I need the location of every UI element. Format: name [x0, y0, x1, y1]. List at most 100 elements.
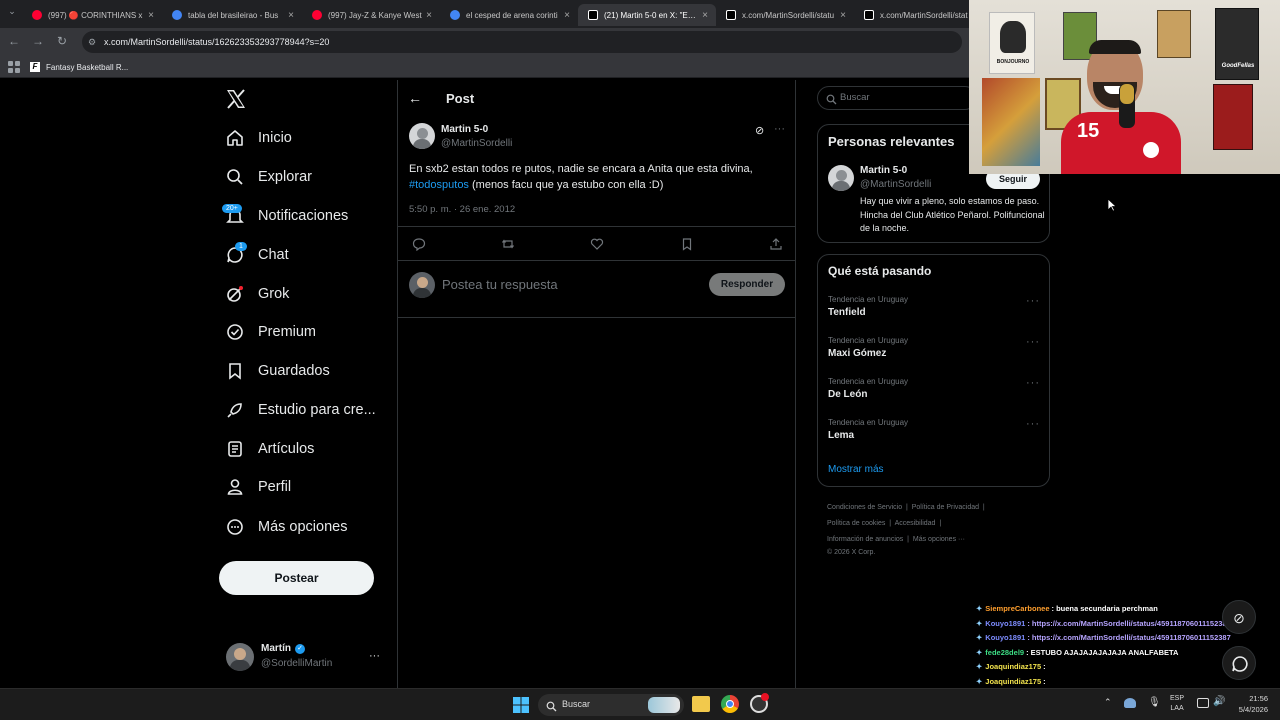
trend-item[interactable]: Tendencia en Uruguay Tenfield [828, 295, 1038, 318]
nav-item-home[interactable]: Inicio [222, 121, 292, 155]
browser-tab[interactable]: tabla del brasileirao - Bus × [162, 4, 302, 26]
reload-icon[interactable]: ↻ [54, 34, 70, 48]
post-timestamp[interactable]: 5:50 p. m. · 26 ene. 2012 [409, 204, 515, 215]
tray-mic-icon[interactable]: 🎙 [1148, 697, 1161, 708]
author-avatar[interactable] [409, 123, 435, 149]
nav-item-label: Notificaciones [258, 208, 349, 224]
nav-item-grok[interactable]: Grok [222, 277, 289, 311]
close-tab-icon[interactable]: × [698, 10, 712, 21]
bookmark-fantasy[interactable]: F Fantasy Basketball R... [30, 58, 128, 76]
grok-explain-icon[interactable]: ⊘ [755, 124, 764, 137]
relevant-name[interactable]: Martin 5-0 [860, 165, 907, 176]
author-name[interactable]: Martin 5-0 [441, 124, 488, 135]
forward-icon[interactable]: → [30, 34, 46, 48]
reply-input[interactable]: Postea tu respuesta [442, 277, 558, 292]
nav-item-premium[interactable]: Premium [222, 315, 316, 349]
show-more-link[interactable]: Mostrar más [828, 464, 884, 475]
close-tab-icon[interactable]: × [144, 10, 158, 21]
trend-item[interactable]: Tendencia en Uruguay De León [828, 377, 1038, 400]
chat-username[interactable]: fede28del9 [985, 648, 1024, 657]
trend-more-icon[interactable]: ··· [1026, 336, 1040, 348]
share-icon[interactable] [769, 237, 783, 256]
author-handle[interactable]: @MartinSordelli [441, 138, 512, 149]
footer-link[interactable]: Política de cookies [827, 520, 885, 527]
browser-tab[interactable]: x.com/MartinSordelli/stat [854, 4, 970, 26]
trend-more-icon[interactable]: ··· [1026, 377, 1040, 389]
nav-item-more[interactable]: Más opciones [222, 510, 347, 544]
nav-item-explore[interactable]: Explorar [222, 160, 312, 194]
chat-username[interactable]: Joaquindiaz175 [985, 677, 1041, 686]
trend-item[interactable]: Tendencia en Uruguay Maxi Gómez [828, 336, 1038, 359]
nav-item-bookmarks[interactable]: Guardados [222, 354, 330, 388]
notifications-badge: 20+ [222, 204, 242, 213]
nav-item-profile[interactable]: Perfil [222, 470, 291, 504]
nav-item-articles[interactable]: Artículos [222, 432, 314, 466]
browser-tab[interactable]: (997) 🔴 CORINTHIANS x × [22, 4, 162, 26]
language-code: ESP [1170, 695, 1185, 702]
chat-username[interactable]: SiempreCarbonee [985, 604, 1049, 613]
tray-app-icon[interactable] [1124, 698, 1136, 708]
trend-item[interactable]: Tendencia en Uruguay Lema [828, 418, 1038, 441]
tray-chevron-icon[interactable]: ⌃ [1104, 697, 1112, 708]
relevant-handle[interactable]: @MartinSordelli [860, 179, 931, 190]
person-icon [222, 474, 248, 500]
trend-more-icon[interactable]: ··· [1026, 295, 1040, 307]
footer-link[interactable]: Política de Privacidad [912, 504, 979, 511]
search-input[interactable]: Buscar [817, 86, 977, 110]
windows-taskbar: Buscar ⌃ 🎙 ESP LAA 🔊 21:56 5/4/2026 [0, 688, 1280, 720]
hashtag-link[interactable]: #todosputos [409, 179, 469, 191]
reply-icon[interactable] [412, 237, 426, 256]
taskbar-search[interactable]: Buscar [538, 694, 684, 716]
file-explorer-icon[interactable] [692, 696, 710, 712]
messages-floating-icon[interactable] [1222, 646, 1256, 680]
volume-icon[interactable]: 🔊 [1213, 696, 1225, 707]
chat-username[interactable]: Joaquindiaz175 [985, 662, 1041, 671]
nav-item-notifications[interactable]: Notificaciones [222, 199, 348, 233]
bookmark-icon[interactable] [680, 237, 694, 256]
close-tab-icon[interactable]: × [284, 10, 298, 21]
obs-icon[interactable] [750, 693, 769, 713]
chat-username[interactable]: Kouyo1891 [985, 619, 1025, 628]
post-button[interactable]: Postear [219, 561, 374, 595]
network-icon[interactable] [1197, 698, 1209, 708]
microphone [1119, 84, 1135, 128]
relevant-avatar[interactable] [828, 165, 854, 191]
apps-grid-icon[interactable] [8, 60, 20, 73]
account-name: Martín [261, 643, 291, 654]
site-info-icon[interactable]: ⚙ [88, 31, 96, 53]
browser-tab[interactable]: (997) Jay-Z & Kanye West × [302, 4, 440, 26]
windows-start-icon[interactable] [513, 697, 529, 713]
nav-item-creator-studio[interactable]: Estudio para cre... [222, 393, 376, 427]
account-more-icon[interactable]: ··· [369, 650, 380, 662]
language-indicator[interactable]: ESP LAA [1170, 694, 1184, 714]
footer-link[interactable]: Más opciones ··· [913, 536, 965, 543]
back-arrow-icon[interactable]: ← [408, 90, 422, 106]
footer-links: Condiciones de Servicio | Política de Pr… [827, 500, 1052, 558]
premium-icon [222, 319, 248, 345]
back-icon[interactable]: ← [6, 34, 22, 48]
chat-username[interactable]: Kouyo1891 [985, 633, 1025, 642]
chrome-icon[interactable] [721, 695, 739, 713]
footer-link[interactable]: Condiciones de Servicio [827, 504, 902, 511]
footer-link[interactable]: Información de anuncios [827, 536, 903, 543]
repost-icon[interactable] [501, 237, 515, 256]
close-tab-icon[interactable]: × [560, 10, 574, 21]
url-bar[interactable]: ⚙ x.com/MartinSordelli/status/1626233532… [82, 31, 962, 53]
browser-tab-active[interactable]: (21) Martin 5-0 en X: "En s × [578, 4, 716, 26]
footer-link[interactable]: Accesibilidad [895, 520, 936, 527]
nav-item-chat[interactable]: Chat [222, 238, 289, 272]
trend-more-icon[interactable]: ··· [1026, 418, 1040, 430]
google-favicon-icon [450, 10, 460, 20]
x-logo-icon[interactable] [225, 88, 247, 110]
close-tab-icon[interactable]: × [836, 10, 850, 21]
post-more-icon[interactable]: ··· [774, 123, 785, 135]
browser-tab[interactable]: x.com/MartinSordelli/statu × [716, 4, 854, 26]
browser-tab[interactable]: el cesped de arena corinti × [440, 4, 578, 26]
tab-list-icon[interactable]: ⌄ [4, 6, 20, 17]
grok-floating-icon[interactable]: ⊘ [1222, 600, 1256, 634]
like-icon[interactable] [590, 237, 604, 256]
clock[interactable]: 21:56 5/4/2026 [1230, 693, 1268, 715]
reply-button[interactable]: Responder [709, 273, 785, 296]
tab-label: (21) Martin 5-0 en X: "En s [604, 10, 698, 20]
close-tab-icon[interactable]: × [422, 10, 436, 21]
